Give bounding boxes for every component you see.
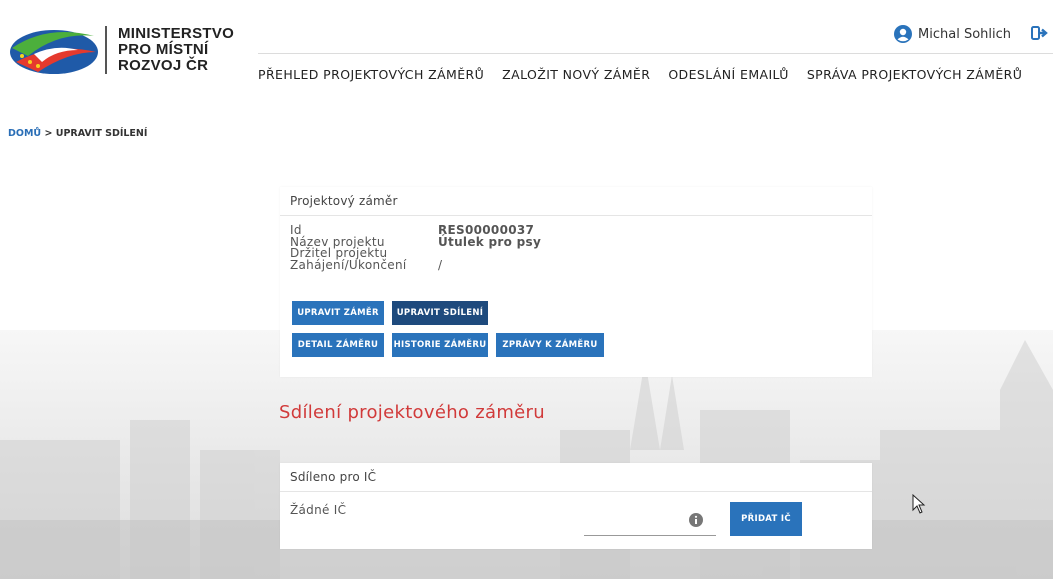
nav-manage-plans[interactable]: SPRÁVA PROJEKTOVÝCH ZÁMĚRŮ [807, 67, 1022, 82]
breadcrumb-home[interactable]: DOMŮ [8, 128, 41, 139]
project-info: Id RES00000037 Název projektu Útulek pro… [290, 224, 542, 272]
project-card: Projektový záměr Id RES00000037 Název pr… [280, 187, 872, 377]
logo-line-2: PRO MÍSTNÍ [118, 41, 209, 58]
nav-send-emails[interactable]: ODESLÁNÍ EMAILŮ [668, 67, 789, 82]
header-divider [258, 53, 1053, 54]
detail-plan-button[interactable]: DETAIL ZÁMĚRU [292, 333, 384, 357]
site-header: MINISTERSTVO PRO MÍSTNÍ ROZVOJ ČR Michal… [0, 0, 1053, 100]
main-navigation: PŘEHLED PROJEKTOVÝCH ZÁMĚRŮ ZALOŽIT NOVÝ… [258, 67, 1022, 82]
user-circle-icon [894, 25, 913, 43]
nav-project-overview[interactable]: PŘEHLED PROJEKTOVÝCH ZÁMĚRŮ [258, 67, 484, 82]
edit-plan-button[interactable]: UPRAVIT ZÁMĚR [292, 301, 384, 325]
user-menu[interactable]: Michal Sohlich [894, 25, 1011, 43]
plan-messages-button[interactable]: ZPRÁVY K ZÁMĚRU [496, 333, 604, 357]
breadcrumb-separator: > [44, 128, 53, 139]
breadcrumb-current: UPRAVIT SDÍLENÍ [55, 128, 148, 139]
logo-line-3: ROZVOJ ČR [118, 57, 209, 74]
history-plan-button[interactable]: HISTORIE ZÁMĚRU [392, 333, 488, 357]
add-ic-button[interactable]: PŘIDAT IČ [730, 502, 802, 536]
info-icon[interactable] [689, 513, 703, 527]
logo-line-1: MINISTERSTVO [118, 25, 235, 42]
info-value: / [438, 257, 443, 272]
no-ic-label: Žádné IČ [290, 503, 347, 517]
nav-create-plan[interactable]: ZALOŽIT NOVÝ ZÁMĚR [502, 67, 650, 82]
mouse-cursor-icon [912, 494, 926, 514]
project-card-title: Projektový záměr [280, 187, 872, 216]
edit-sharing-button[interactable]: UPRAVIT SDÍLENÍ [392, 301, 488, 325]
ministry-name: MINISTERSTVO PRO MÍSTNÍ ROZVOJ ČR [118, 26, 234, 74]
info-row-dates: Zahájení/Ukončení / [290, 257, 541, 272]
breadcrumb: DOMŮ > UPRAVIT SDÍLENÍ [8, 128, 147, 139]
logo-separator [105, 26, 107, 74]
info-label: Zahájení/Ukončení [290, 257, 407, 272]
info-value: Útulek pro psy [438, 234, 542, 249]
sharing-card-title: Sdíleno pro IČ [280, 463, 872, 492]
sharing-card: Sdíleno pro IČ Žádné IČ PŘIDAT IČ [280, 463, 872, 549]
ministry-logo[interactable]: MINISTERSTVO PRO MÍSTNÍ ROZVOJ ČR [8, 22, 248, 82]
sharing-section-title: Sdílení projektového záměru [279, 402, 545, 423]
logout-icon[interactable] [1031, 24, 1049, 42]
ministry-emblem-icon [10, 30, 98, 74]
user-name: Michal Sohlich [918, 26, 1011, 42]
